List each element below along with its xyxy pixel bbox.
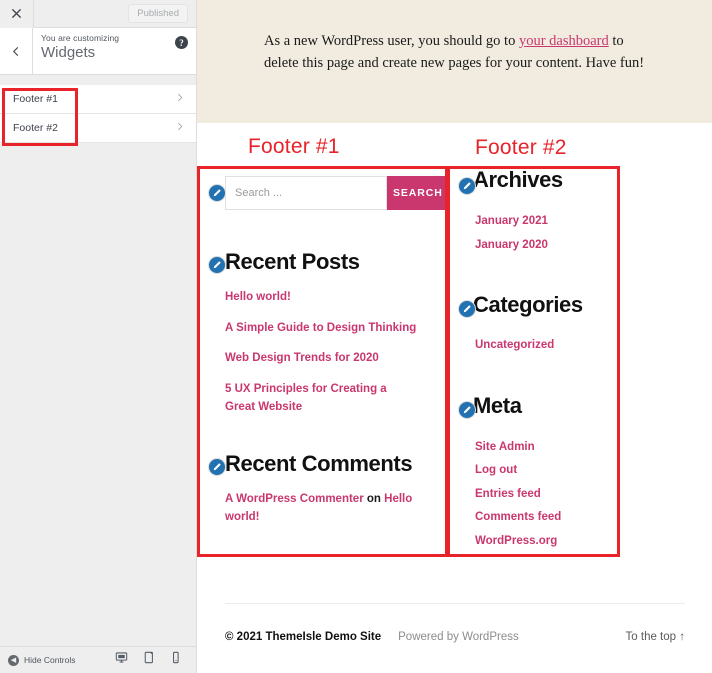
list-item: A Simple Guide to Design Thinking [225,318,438,337]
sidebar-item-label: Footer #2 [13,122,175,134]
recent-posts-widget: Recent Posts Hello world! A Simple Guide… [205,250,438,416]
dashboard-link[interactable]: your dashboard [519,33,609,49]
edit-pencil-icon[interactable] [458,401,476,419]
annotation-label-footer-1: Footer #1 [248,135,340,159]
chevron-left-icon[interactable] [0,28,33,74]
customizer-topbar: Published [0,0,196,28]
sidebar-item-footer-1[interactable]: Footer #1 [0,85,196,114]
search-input[interactable] [225,176,387,210]
list-item: A WordPress Commenter on Hello world! [225,489,420,526]
sidebar-item-footer-2[interactable]: Footer #2 [0,114,196,143]
site-preview: As a new WordPress user, you should go t… [197,0,712,673]
close-icon[interactable] [0,0,34,28]
list-item: WordPress.org [475,531,613,550]
edit-pencil-icon[interactable] [458,177,476,195]
chevron-right-icon [175,93,184,105]
edit-pencil-icon[interactable] [208,458,226,476]
to-the-top-link[interactable]: To the top ↑ [626,631,685,643]
edit-pencil-icon[interactable] [208,184,226,202]
hide-controls-label: Hide Controls [24,655,76,665]
meta-widget: Meta Site Admin Log out Entries feed Com… [455,394,613,550]
copyright-text: © 2021 ThemeIsle Demo Site [225,631,381,643]
published-button[interactable]: Published [128,4,188,23]
recent-comments-title: Recent Comments [225,452,438,475]
panel-title: Widgets [41,44,196,61]
recent-posts-title: Recent Posts [225,250,438,273]
hero-text-before: As a new WordPress user, you should go t… [264,33,519,49]
customizing-label: You are customizing [41,33,196,43]
customizer-sidebar: Published You are customizing Widgets ? … [0,0,197,673]
meta-link[interactable]: Comments feed [475,511,561,523]
desktop-preview-icon[interactable] [115,651,128,669]
recent-post-link[interactable]: 5 UX Principles for Creating a Great Web… [225,383,387,414]
meta-link[interactable]: Log out [475,464,517,476]
sidebar-gap [0,75,196,85]
archives-title: Archives [473,168,613,191]
categories-title: Categories [473,293,613,316]
meta-link[interactable]: WordPress.org [475,535,557,547]
sidebar-item-label: Footer #1 [13,93,175,105]
meta-title: Meta [473,394,613,417]
list-item: Comments feed [475,507,613,526]
customizer-header-text: You are customizing Widgets ? [33,28,196,74]
customizer-header: You are customizing Widgets ? [0,28,196,75]
mobile-preview-icon[interactable] [169,651,182,669]
archive-link[interactable]: January 2021 [475,215,548,227]
footer-widget-area-1: SEARCH Recent Posts Hello world! [201,166,446,526]
edit-pencil-icon[interactable] [208,256,226,274]
list-item: Log out [475,460,613,479]
annotation-label-footer-2: Footer #2 [475,136,567,160]
recent-post-link[interactable]: A Simple Guide to Design Thinking [225,322,416,334]
site-footer-bar: © 2021 ThemeIsle Demo Site Powered by Wo… [225,603,685,643]
list-item: January 2021 [475,211,613,230]
comment-author-link[interactable]: A WordPress Commenter [225,493,364,505]
search-widget: SEARCH [205,176,438,210]
powered-by-link[interactable]: Powered by WordPress [398,631,519,643]
recent-comments-widget: Recent Comments A WordPress Commenter on… [205,452,438,526]
edit-pencil-icon[interactable] [458,300,476,318]
list-item: 5 UX Principles for Creating a Great Web… [225,379,415,416]
screenshot-root: Published You are customizing Widgets ? … [0,0,712,673]
hero-section: As a new WordPress user, you should go t… [197,0,712,123]
hide-controls-button[interactable]: ◀ Hide Controls [8,655,76,666]
recent-comments-list: A WordPress Commenter on Hello world! [225,489,420,526]
meta-link[interactable]: Site Admin [475,441,535,453]
meta-list: Site Admin Log out Entries feed Comments… [475,437,613,550]
device-preview-group [115,651,188,669]
recent-post-link[interactable]: Web Design Trends for 2020 [225,352,379,364]
archives-list: January 2021 January 2020 [475,211,613,253]
recent-posts-list: Hello world! A Simple Guide to Design Th… [225,287,438,416]
list-item: Entries feed [475,484,613,503]
categories-widget: Categories Uncategorized [455,293,613,354]
categories-list: Uncategorized [475,335,613,354]
list-item: Site Admin [475,437,613,456]
archive-link[interactable]: January 2020 [475,239,548,251]
recent-post-link[interactable]: Hello world! [225,291,291,303]
help-icon[interactable]: ? [175,36,188,49]
tablet-preview-icon[interactable] [142,651,155,669]
meta-link[interactable]: Entries feed [475,488,541,500]
category-link[interactable]: Uncategorized [475,339,554,351]
hero-paragraph: As a new WordPress user, you should go t… [264,30,647,75]
list-item: Hello world! [225,287,438,306]
customizer-bottom-bar: ◀ Hide Controls [0,646,196,673]
collapse-icon: ◀ [8,655,19,666]
customizer-section-list: Footer #1 Footer #2 [0,85,196,143]
footer-widget-area-2: Archives January 2021 January 2020 [451,166,619,549]
search-form: SEARCH [225,176,440,210]
archives-widget: Archives January 2021 January 2020 [455,168,613,253]
list-item: Uncategorized [475,335,613,354]
chevron-right-icon [175,122,184,134]
search-button[interactable]: SEARCH [387,176,449,210]
comment-on-text: on [364,493,384,505]
list-item: Web Design Trends for 2020 [225,348,438,367]
list-item: January 2020 [475,235,613,254]
